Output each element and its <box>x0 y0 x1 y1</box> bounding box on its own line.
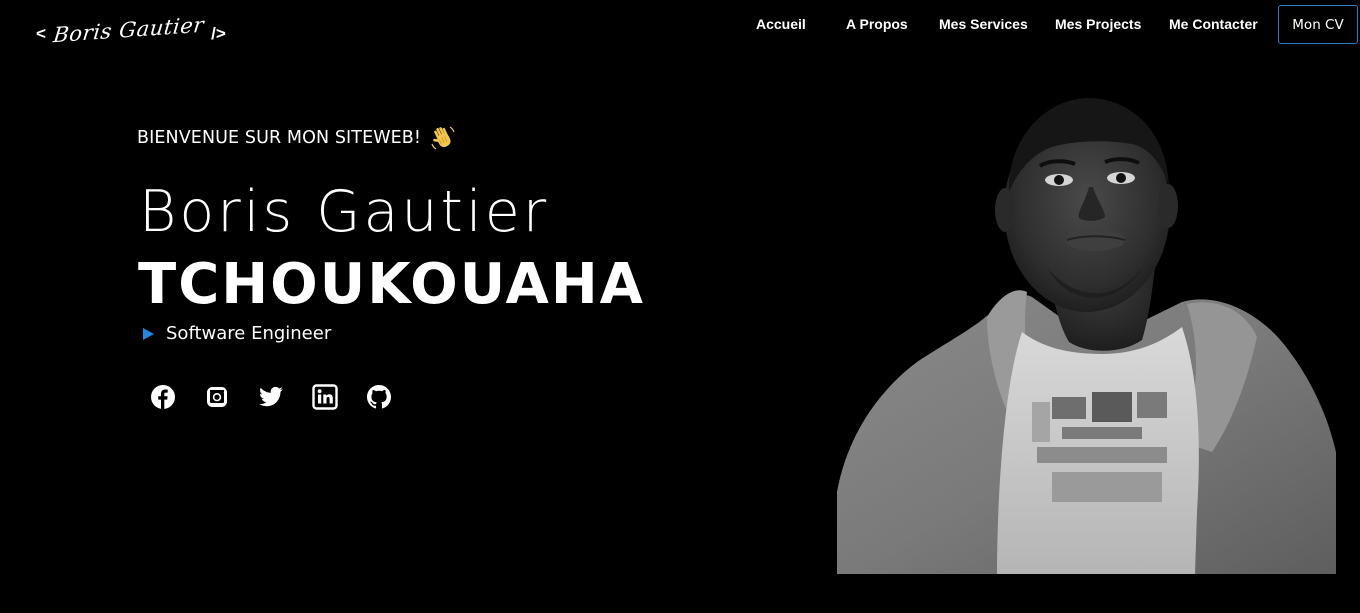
linkedin-icon <box>312 384 338 410</box>
waving-hand-icon <box>429 124 457 152</box>
twitter-icon <box>258 384 284 410</box>
social-links <box>150 383 420 411</box>
nav-link-services[interactable]: Mes Services <box>939 16 1028 32</box>
site-logo[interactable]: < Boris Gautier /> <box>36 12 226 48</box>
welcome-text: BIENVENUE SUR MON SITEWEB! <box>137 128 422 148</box>
nav-link-projects[interactable]: Mes Projects <box>1055 16 1141 32</box>
profile-photo <box>837 92 1336 574</box>
social-link-facebook[interactable] <box>150 383 204 411</box>
social-link-github[interactable] <box>366 383 420 411</box>
instagram-icon <box>204 384 230 410</box>
nav-link-a-propos[interactable]: A Propos <box>846 16 908 32</box>
hero-first-name: Boris Gautier <box>139 179 550 245</box>
logo-signature: Boris Gautier <box>51 12 206 47</box>
social-link-linkedin[interactable] <box>312 383 366 411</box>
nav-link-contact[interactable]: Me Contacter <box>1169 16 1258 32</box>
play-triangle-icon <box>143 328 154 340</box>
logo-close-bracket: /> <box>211 23 226 43</box>
facebook-icon <box>150 384 176 410</box>
hero-role: Software Engineer <box>143 321 331 347</box>
welcome-line: BIENVENUE SUR MON SITEWEB! <box>137 124 457 152</box>
logo-open-bracket: < <box>36 23 46 43</box>
social-link-twitter[interactable] <box>258 383 312 411</box>
github-icon <box>366 384 392 410</box>
nav-link-accueil[interactable]: Accueil <box>756 16 806 32</box>
hero-last-name: TCHOUKOUAHA <box>138 252 646 317</box>
role-text: Software Engineer <box>166 323 332 344</box>
social-link-instagram[interactable] <box>204 383 258 411</box>
cv-button[interactable]: Mon CV <box>1278 5 1358 44</box>
page: < Boris Gautier /> Accueil A Propos Mes … <box>0 0 1360 613</box>
